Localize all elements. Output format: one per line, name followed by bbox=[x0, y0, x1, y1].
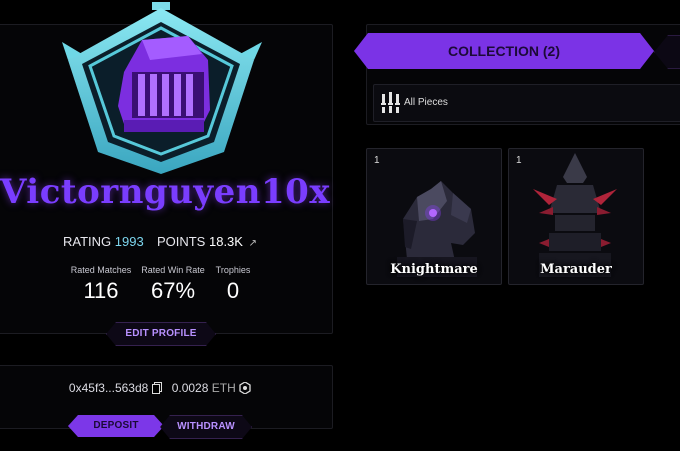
username: Victornguyen10x bbox=[0, 172, 331, 212]
deposit-button[interactable]: DEPOSIT bbox=[68, 415, 164, 437]
wallet-balance: 0.0028 bbox=[171, 381, 209, 395]
copy-icon[interactable] bbox=[151, 382, 162, 397]
stat-rated-matches: Rated Matches 116 bbox=[62, 265, 140, 304]
card-count: 1 bbox=[374, 155, 380, 166]
stat-value: 67% bbox=[150, 278, 196, 303]
stat-value: 0 bbox=[226, 278, 240, 303]
tab-collection[interactable]: COLLECTION (2) bbox=[354, 33, 654, 69]
stat-label: Trophies bbox=[215, 265, 251, 275]
stat-value: 116 bbox=[83, 278, 119, 303]
card-name: Knightmare bbox=[390, 262, 478, 277]
edit-profile-button[interactable]: EDIT PROFILE bbox=[106, 322, 216, 346]
collection-card-knightmare[interactable]: 1 Knightmare bbox=[366, 148, 502, 285]
external-link-icon[interactable]: ↗ bbox=[249, 238, 257, 249]
wallet-address: 0x45f3...563d8 bbox=[68, 381, 149, 395]
wallet-currency: ETH bbox=[211, 381, 236, 395]
card-count: 1 bbox=[516, 155, 522, 166]
chess-pieces-icon bbox=[380, 91, 402, 120]
stat-label: Rated Win Rate bbox=[141, 265, 205, 275]
helmet-emblem-icon bbox=[62, 0, 262, 182]
stat-label: Rated Matches bbox=[70, 265, 132, 275]
stat-trophies: Trophies 0 bbox=[208, 265, 258, 304]
filter-all-pieces[interactable]: All Pieces bbox=[373, 84, 680, 122]
withdraw-button[interactable]: WITHDRAW bbox=[160, 415, 252, 439]
rating-points-line: RATING 1993 POINTS 18.3K ↗ bbox=[0, 234, 320, 249]
points-label: POINTS bbox=[156, 234, 206, 249]
card-name: Marauder bbox=[540, 262, 612, 277]
stat-win-rate: Rated Win Rate 67% bbox=[138, 265, 208, 304]
collection-card-marauder[interactable]: 1 Marauder bbox=[508, 148, 644, 285]
filter-label: All Pieces bbox=[404, 97, 448, 108]
eth-icon bbox=[239, 381, 251, 397]
wallet-line: 0x45f3...563d8 0.0028 ETH bbox=[0, 381, 320, 397]
rating-label: RATING bbox=[63, 234, 112, 249]
rating-value: 1993 bbox=[114, 234, 144, 249]
points-value: 18.3K bbox=[208, 234, 243, 249]
